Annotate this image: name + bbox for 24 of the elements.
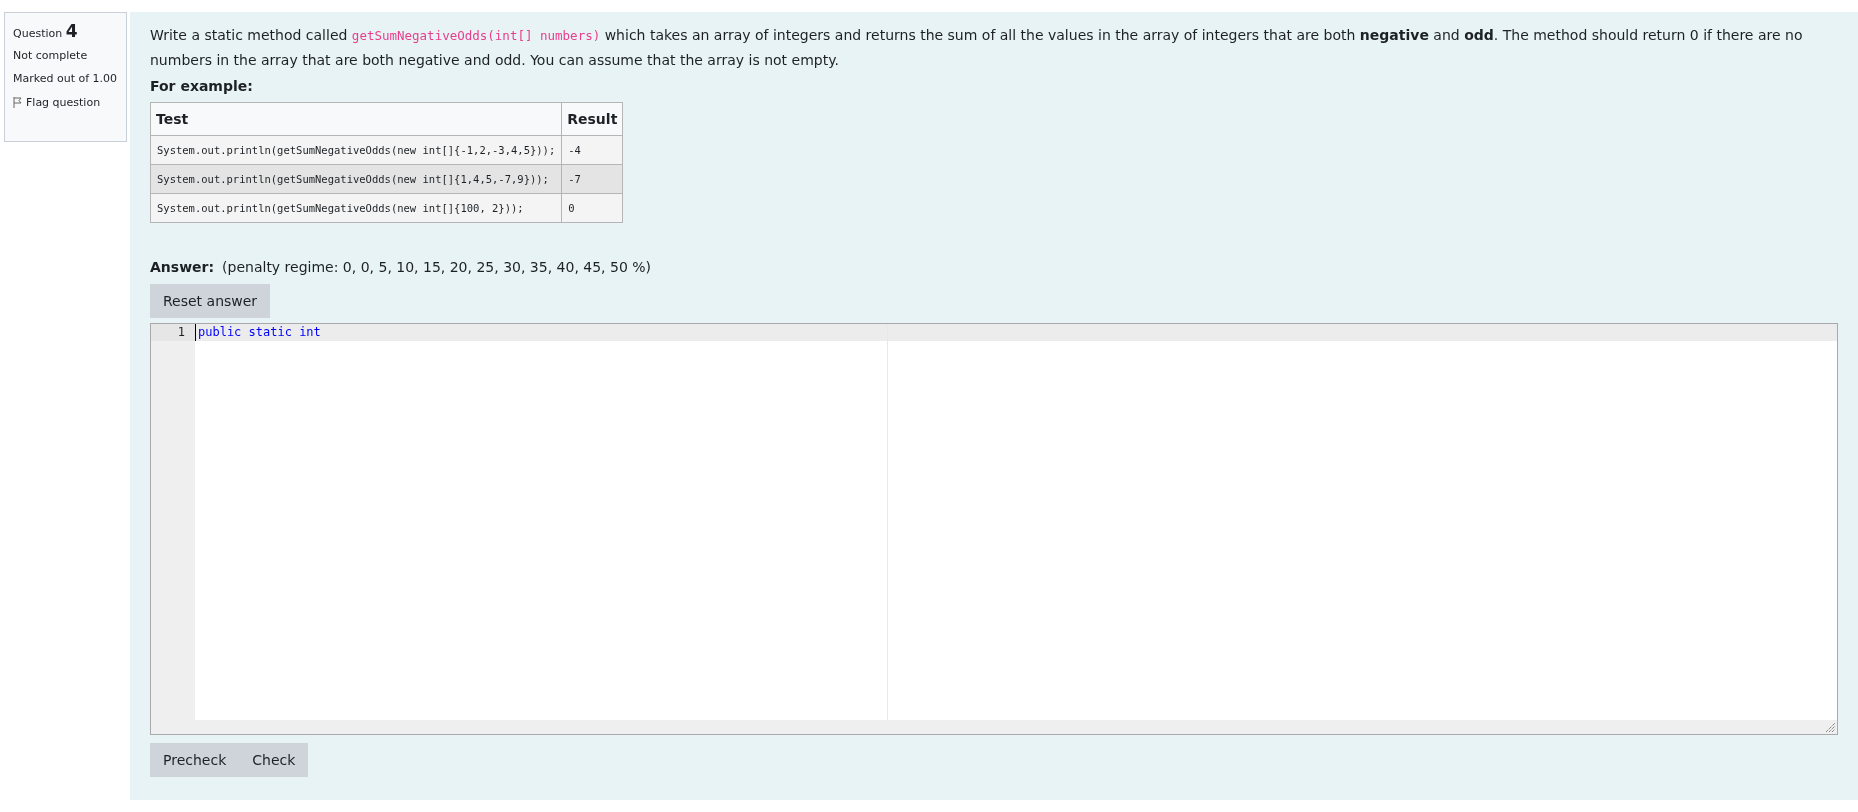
table-cell: 0: [561, 193, 623, 223]
table-cell: System.out.println(getSumNegativeOdds(new int[]{1,4,5,-7,9}));: [150, 164, 562, 194]
question-mark: Marked out of 1.00: [13, 71, 118, 87]
resize-handle-icon[interactable]: [1826, 723, 1835, 732]
question-status: Not complete: [13, 49, 89, 62]
reset-answer-button[interactable]: Reset answer: [150, 284, 271, 318]
table-cell: -7: [561, 164, 623, 194]
question-description: Write a static method called getSumNegativeOdds(int[] numbers) which takes an array of integers and returns the sum of all the values in the array of integers that are both negative and odd. The method should return 0 if there are no numbers in the array that are both negative and odd. You can assume that the array is not empty.: [150, 26, 1804, 70]
line-number: 1: [151, 324, 195, 341]
table-header: Test: [150, 102, 562, 136]
answer-label: Answer:: [150, 259, 215, 275]
table-cell: System.out.println(getSumNegativeOdds(new int[]{-1,2,-3,4,5}));: [150, 135, 562, 165]
question-title: Question 4: [13, 21, 79, 41]
example-heading: For example:: [150, 78, 254, 94]
flag-icon: [13, 97, 22, 108]
submit-button[interactable]: Precheck: [150, 743, 240, 777]
code-editor[interactable]: 1 public static int: [150, 323, 1838, 735]
flag-question-link[interactable]: Flag question: [13, 96, 118, 109]
penalty-regime: (penalty regime: 0, 0, 5, 10, 15, 20, 25, 30, 35, 40, 45, 50 %): [222, 259, 652, 275]
table-cell: -4: [561, 135, 623, 165]
code-line: public static int: [195, 324, 321, 341]
table-cell: System.out.println(getSumNegativeOdds(new int[]{100, 2}));: [150, 193, 562, 223]
table-header: Result: [561, 102, 623, 136]
submit-button[interactable]: Check: [239, 743, 309, 777]
